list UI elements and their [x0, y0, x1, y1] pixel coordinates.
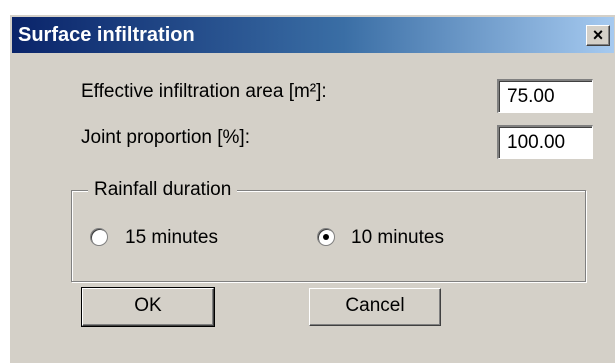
dialog-title: Surface infiltration: [18, 24, 195, 46]
radio-10-minutes[interactable]: [317, 228, 335, 246]
rainfall-duration-group: Rainfall duration 15 minutes 10 minutes: [71, 178, 586, 282]
title-bar[interactable]: Surface infiltration ×: [12, 17, 614, 53]
surface-infiltration-dialog: Surface infiltration × Effective infiltr…: [9, 14, 615, 363]
rainfall-duration-legend: Rainfall duration: [88, 178, 238, 202]
joint-proportion-input[interactable]: [497, 125, 593, 159]
radio-15-minutes[interactable]: [90, 228, 108, 246]
cancel-button[interactable]: Cancel: [309, 288, 441, 326]
close-button[interactable]: ×: [586, 25, 610, 46]
infiltration-area-input[interactable]: [497, 79, 593, 113]
close-icon: ×: [592, 25, 604, 45]
infiltration-area-label: Effective infiltration area [m²]:: [81, 81, 327, 102]
radio-10-minutes-label[interactable]: 10 minutes: [351, 227, 444, 249]
joint-proportion-label: Joint proportion [%]:: [81, 127, 250, 148]
radio-selected-dot: [323, 234, 329, 240]
ok-button[interactable]: OK: [81, 287, 215, 327]
radio-15-minutes-label[interactable]: 15 minutes: [125, 227, 218, 249]
